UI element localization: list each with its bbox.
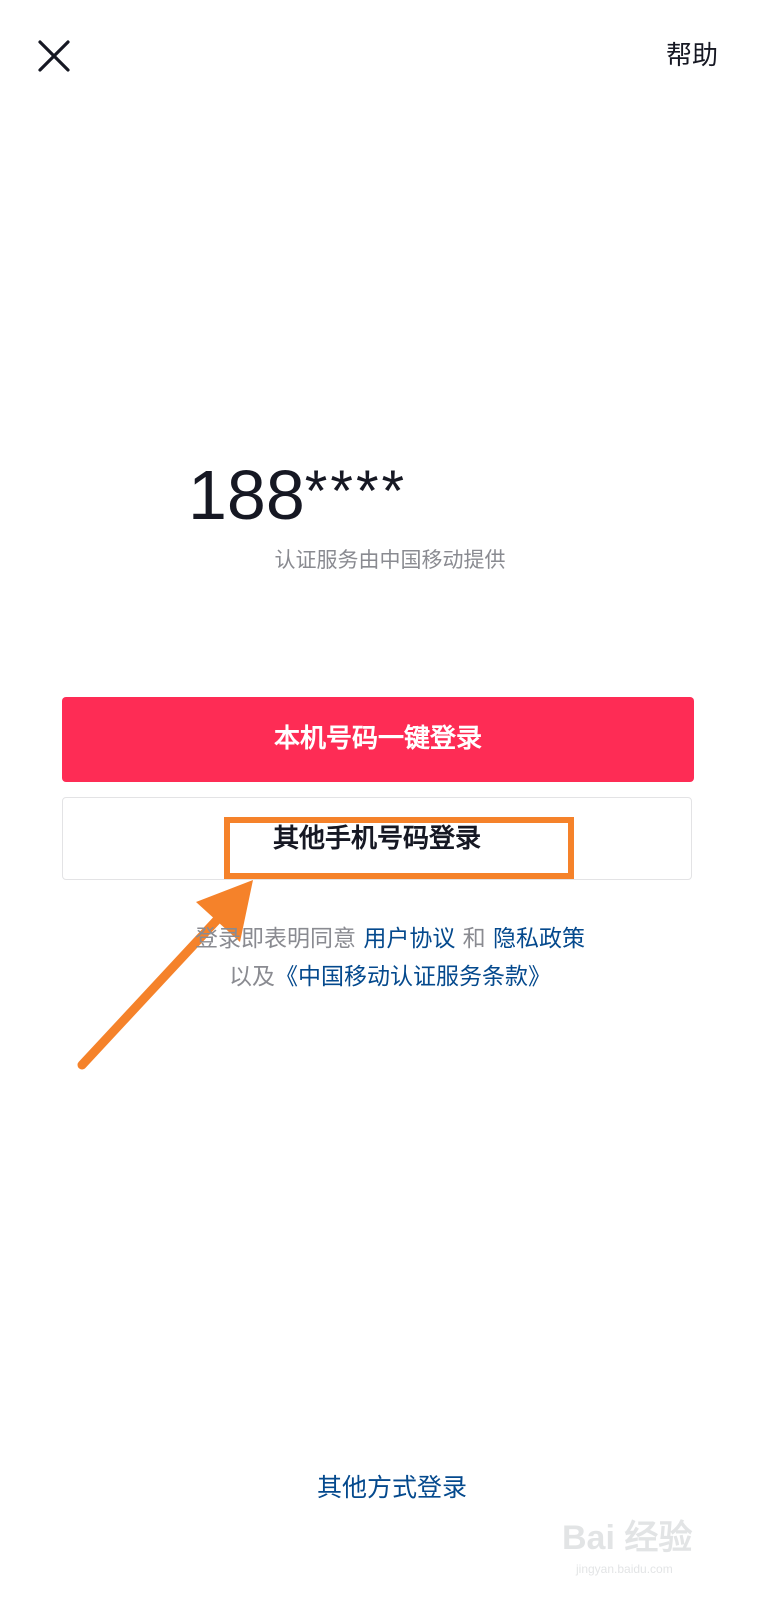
privacy-policy-link[interactable]: 隐私政策 — [493, 926, 585, 952]
phone-masked-digits: **** — [304, 459, 408, 524]
watermark-url: jingyan.baidu.com — [576, 1562, 673, 1576]
help-link[interactable]: 帮助 — [666, 38, 718, 74]
one-tap-login-button[interactable]: 本机号码一键登录 — [62, 697, 694, 782]
terms-line-1: 登录即表明同意 用户协议 和 隐私政策 — [0, 922, 770, 956]
masked-phone-number: 188**** — [188, 452, 407, 535]
phone-prefix: 188 — [188, 456, 305, 534]
close-icon — [38, 40, 70, 72]
user-agreement-link[interactable]: 用户协议 — [363, 926, 455, 952]
other-login-methods-link[interactable]: 其他方式登录 — [0, 1470, 770, 1506]
watermark-logo-text: Bai 经验 — [562, 1519, 693, 1557]
terms-conjunction: 和 — [462, 926, 486, 952]
other-phone-login-button[interactable]: 其他手机号码登录 — [62, 797, 692, 880]
terms-line-2: 以及《中国移动认证服务条款》 — [0, 960, 770, 994]
cmcc-terms-link[interactable]: 《中国移动认证服务条款》 — [275, 964, 551, 990]
provider-note: 认证服务由中国移动提供 — [274, 548, 506, 572]
terms-line2-prefix: 以及 — [229, 964, 275, 990]
close-button[interactable] — [36, 38, 72, 74]
terms-prefix: 登录即表明同意 — [195, 926, 357, 952]
